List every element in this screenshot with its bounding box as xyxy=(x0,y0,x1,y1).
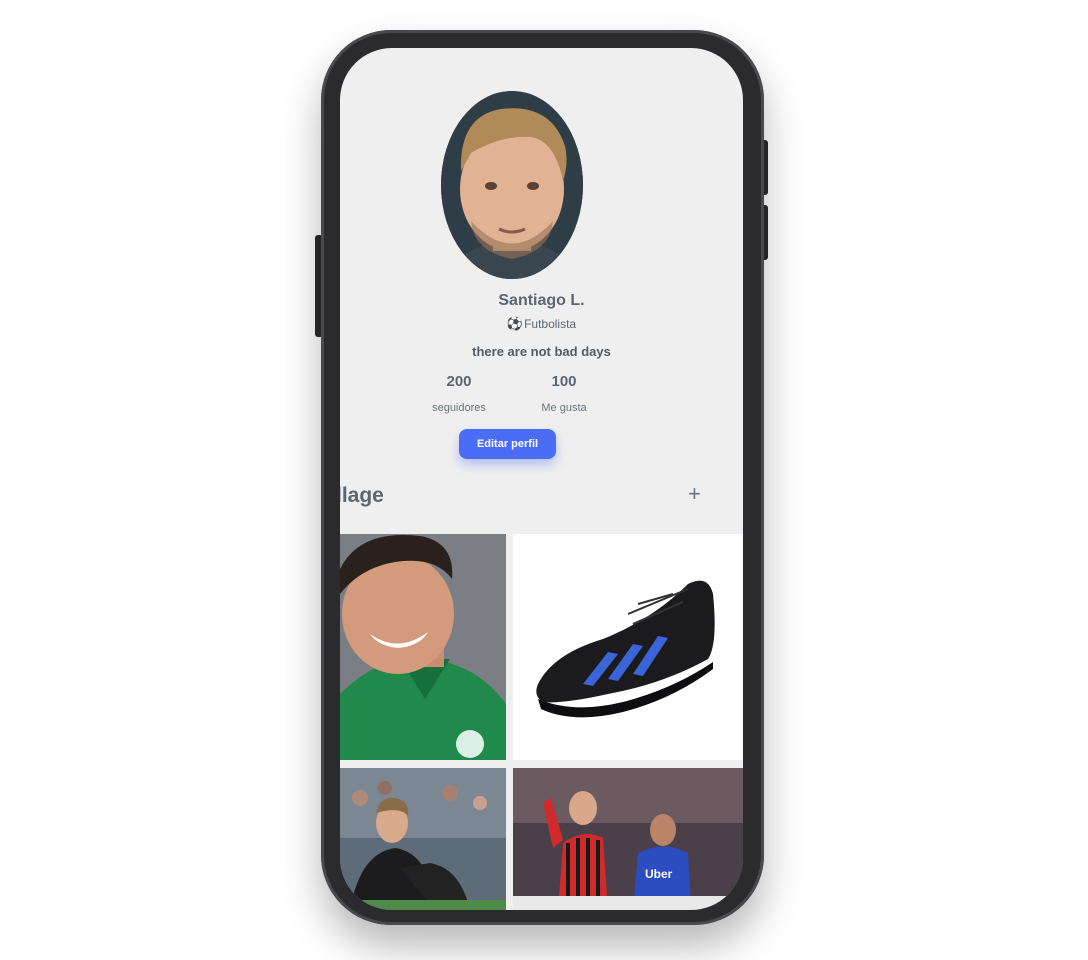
plus-icon[interactable]: + xyxy=(688,481,701,507)
followers-count: 200 xyxy=(446,373,472,390)
profile-screen: Santiago L. ⚽Futbolista there are not ba… xyxy=(340,48,743,910)
profile-role: ⚽Futbolista xyxy=(340,316,743,332)
gallery-title: llage xyxy=(340,484,384,507)
edit-profile-button[interactable]: Editar perfil xyxy=(459,429,556,459)
likes-count: 100 xyxy=(551,373,577,390)
gallery-photo-match-2[interactable]: Uber xyxy=(513,768,743,910)
likes-label: Me gusta xyxy=(541,402,587,414)
profile-name: Santiago L. xyxy=(498,292,585,309)
role-label: Futbolista xyxy=(524,317,577,331)
soccer-ball-icon: ⚽ xyxy=(506,316,524,331)
svg-text:Uber: Uber xyxy=(645,867,673,881)
followers-label: seguidores xyxy=(432,402,486,414)
avatar[interactable] xyxy=(441,91,583,279)
profile-bio: there are not bad days xyxy=(472,344,611,359)
gallery-photo-portrait[interactable] xyxy=(340,534,506,760)
gallery-photo-match-1[interactable] xyxy=(340,768,506,910)
gallery-photo-boot[interactable] xyxy=(513,534,743,760)
